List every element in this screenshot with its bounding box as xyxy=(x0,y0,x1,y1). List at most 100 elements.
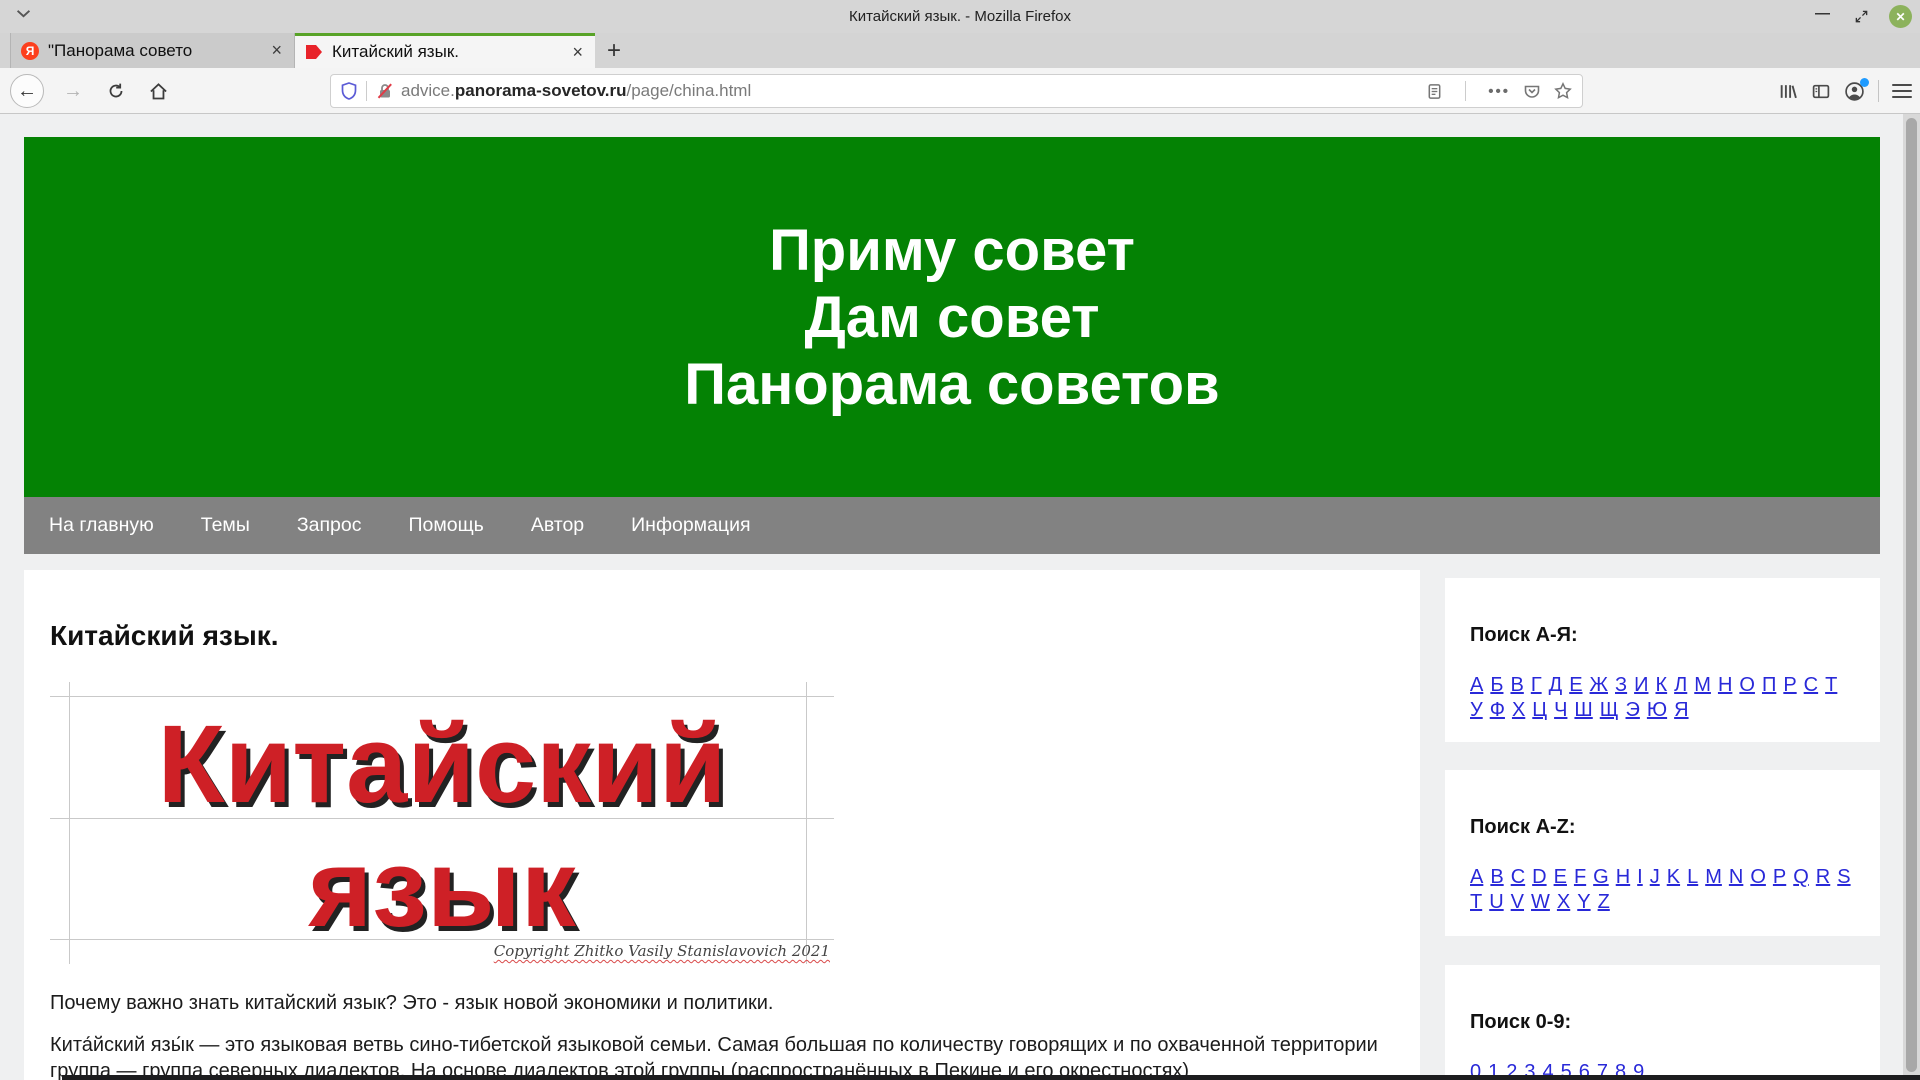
letter-link[interactable]: М xyxy=(1694,674,1711,696)
tab-close-icon[interactable]: × xyxy=(570,42,585,63)
letter-link[interactable]: О xyxy=(1739,674,1755,696)
home-button[interactable] xyxy=(141,74,175,108)
url-bar[interactable]: advice.panorama-sovetov.ru/page/china.ht… xyxy=(330,74,1583,108)
library-icon[interactable] xyxy=(1778,82,1798,101)
url-text[interactable]: advice.panorama-sovetov.ru/page/china.ht… xyxy=(401,81,1426,101)
account-icon[interactable] xyxy=(1844,81,1865,102)
insecure-lock-icon[interactable] xyxy=(376,82,394,100)
site-banner: Приму совет Дам совет Панорама советов xyxy=(24,137,1880,497)
tab-panorama-sovetov[interactable]: Я "Панорама совето × xyxy=(10,33,295,68)
letter-link[interactable]: L xyxy=(1687,866,1698,888)
letter-link[interactable]: Е xyxy=(1569,674,1582,696)
letter-link[interactable]: A xyxy=(1470,866,1483,888)
nav-link[interactable]: Запрос xyxy=(297,514,362,537)
letter-link[interactable]: К xyxy=(1655,674,1667,696)
letter-link[interactable]: У xyxy=(1470,699,1483,721)
letter-link[interactable]: Г xyxy=(1531,674,1542,696)
image-copyright-signature: Copyright Zhitko Vasily Stanislavovich 2… xyxy=(494,942,830,960)
url-separator xyxy=(366,81,367,101)
search-cyrillic-card: Поиск А-Я: АБВГДЕЖЗИКЛМНОПРСТУФХЦЧШЩЭЮЯ xyxy=(1445,578,1880,742)
close-button[interactable]: ✕ xyxy=(1889,5,1912,28)
letter-link[interactable]: X xyxy=(1557,891,1570,913)
letter-link[interactable]: В xyxy=(1510,674,1523,696)
letter-row: УФХЦЧШЩЭЮЯ xyxy=(1470,699,1855,721)
letter-link[interactable]: Щ xyxy=(1600,699,1619,721)
letter-link[interactable]: B xyxy=(1490,866,1503,888)
letter-link[interactable]: S xyxy=(1837,866,1850,888)
letter-link[interactable]: Р xyxy=(1783,674,1796,696)
letter-link[interactable]: Т xyxy=(1825,674,1837,696)
letter-link[interactable]: P xyxy=(1773,866,1786,888)
letter-link[interactable]: Y xyxy=(1577,891,1590,913)
letter-link[interactable]: Ч xyxy=(1554,699,1567,721)
letter-link[interactable]: J xyxy=(1650,866,1660,888)
letter-link[interactable]: Z xyxy=(1598,891,1610,913)
letter-link[interactable]: И xyxy=(1634,674,1648,696)
tracking-protection-shield-icon[interactable] xyxy=(341,82,357,100)
letter-link[interactable]: V xyxy=(1511,891,1524,913)
image-text-line2: язык xyxy=(50,834,834,944)
new-tab-button[interactable]: + xyxy=(595,33,633,68)
letter-link[interactable]: С xyxy=(1804,674,1818,696)
firefox-window: Китайский язык. - Mozilla Firefox — ✕ Я … xyxy=(0,0,1920,1080)
titlebar[interactable]: Китайский язык. - Mozilla Firefox — ✕ xyxy=(0,0,1920,33)
tab-title: "Панорама совето xyxy=(48,41,260,61)
letter-link[interactable]: Д xyxy=(1549,674,1563,696)
sidebar-toggle-icon[interactable] xyxy=(1811,82,1831,101)
letter-link[interactable]: П xyxy=(1762,674,1776,696)
letter-link[interactable]: E xyxy=(1554,866,1567,888)
nav-link[interactable]: Помощь xyxy=(408,514,483,537)
nav-link[interactable]: Темы xyxy=(201,514,250,537)
letter-link[interactable]: N xyxy=(1729,866,1743,888)
letter-link[interactable]: T xyxy=(1470,891,1482,913)
nav-link[interactable]: Информация xyxy=(631,514,750,537)
menu-hamburger-icon[interactable] xyxy=(1892,84,1912,98)
tab-china-active[interactable]: Китайский язык. × xyxy=(295,33,595,68)
letter-link[interactable]: F xyxy=(1574,866,1586,888)
letter-link[interactable]: U xyxy=(1489,891,1503,913)
letter-link[interactable]: C xyxy=(1511,866,1525,888)
letter-link[interactable]: Ф xyxy=(1490,699,1505,721)
back-button[interactable]: ← xyxy=(10,74,44,108)
letter-link[interactable]: R xyxy=(1816,866,1830,888)
letter-link[interactable]: Ю xyxy=(1647,699,1667,721)
chevron-down-icon[interactable] xyxy=(16,9,31,18)
letter-link[interactable]: Я xyxy=(1674,699,1688,721)
vertical-scrollbar[interactable] xyxy=(1903,114,1920,1080)
minimize-button[interactable]: — xyxy=(1811,5,1834,28)
forward-button[interactable]: → xyxy=(56,74,90,108)
letter-link[interactable]: K xyxy=(1667,866,1680,888)
maximize-button[interactable] xyxy=(1850,5,1873,28)
letter-link[interactable]: Б xyxy=(1490,674,1503,696)
letter-link[interactable]: Э xyxy=(1626,699,1640,721)
reload-button[interactable] xyxy=(99,74,133,108)
letter-link[interactable]: А xyxy=(1470,674,1483,696)
page-actions-icon[interactable]: ••• xyxy=(1488,84,1510,99)
letter-link[interactable]: M xyxy=(1705,866,1722,888)
letter-link[interactable]: Ш xyxy=(1574,699,1592,721)
letter-link[interactable]: Ц xyxy=(1532,699,1547,721)
letter-link[interactable]: W xyxy=(1531,891,1550,913)
letter-link[interactable]: G xyxy=(1593,866,1609,888)
letter-link[interactable]: I xyxy=(1637,866,1643,888)
toolbar-right-icons xyxy=(1778,74,1912,108)
letter-link[interactable]: З xyxy=(1615,674,1627,696)
nav-link[interactable]: Автор xyxy=(531,514,584,537)
nav-link[interactable]: На главную xyxy=(49,514,154,537)
url-bar-actions: ••• xyxy=(1426,81,1572,101)
pocket-icon[interactable] xyxy=(1523,82,1541,100)
reader-mode-icon[interactable] xyxy=(1426,83,1443,100)
letter-link[interactable]: H xyxy=(1616,866,1630,888)
bookmark-star-icon[interactable] xyxy=(1554,82,1572,100)
letter-link[interactable]: Л xyxy=(1674,674,1687,696)
letter-link[interactable]: Х xyxy=(1512,699,1525,721)
letter-link[interactable]: Q xyxy=(1793,866,1809,888)
letter-link[interactable]: O xyxy=(1750,866,1766,888)
letter-link[interactable]: Ж xyxy=(1590,674,1608,696)
url-subdomain: advice. xyxy=(401,81,455,100)
letter-link[interactable]: D xyxy=(1532,866,1546,888)
scrollbar-thumb[interactable] xyxy=(1906,118,1917,1072)
tab-close-icon[interactable]: × xyxy=(269,40,284,61)
url-domain: panorama-sovetov.ru xyxy=(455,81,627,100)
letter-link[interactable]: Н xyxy=(1718,674,1732,696)
